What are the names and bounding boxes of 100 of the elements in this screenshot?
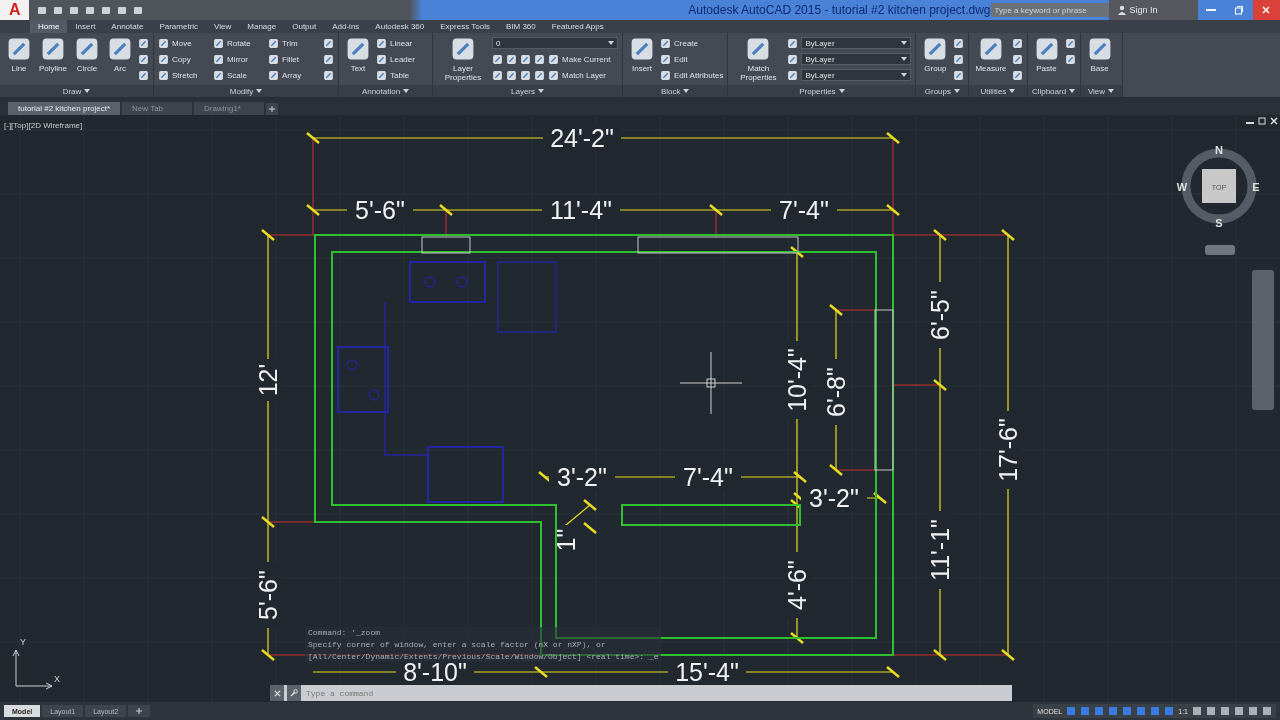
panel-title[interactable]: Groups [916, 85, 969, 97]
status-icon[interactable] [1094, 706, 1105, 716]
dropdown-field[interactable]: ByLayer [801, 37, 912, 49]
panel-title[interactable]: Block [623, 85, 728, 97]
restore-icon[interactable] [1258, 117, 1266, 125]
ribbon-tab[interactable]: Output [284, 20, 325, 33]
document-tab[interactable]: tutorial #2 kitchen project* [8, 102, 121, 115]
compass-east[interactable]: E [1252, 181, 1260, 193]
dropdown-field[interactable]: ByLayer [801, 53, 912, 65]
tool-button[interactable]: Line [4, 36, 34, 85]
ribbon-tab[interactable]: Express Tools [432, 20, 498, 33]
toolbar-icon[interactable] [53, 5, 64, 15]
tool-button[interactable] [953, 69, 965, 81]
command-input[interactable]: Type a command [304, 687, 1012, 699]
tool-button[interactable] [492, 69, 503, 81]
panel-title[interactable]: Draw [0, 85, 153, 97]
tool-button[interactable]: Make Current [548, 53, 611, 65]
tool-button[interactable]: Measure [973, 36, 1009, 85]
tool-button[interactable]: Scale [213, 69, 265, 81]
compass-north[interactable]: N [1215, 144, 1223, 156]
status-icon[interactable] [1164, 706, 1175, 716]
search-field[interactable]: Type a keyword or phrase [990, 3, 1109, 17]
tool-button[interactable] [323, 53, 334, 65]
ribbon-tab[interactable]: View [206, 20, 240, 33]
tool-button[interactable] [323, 69, 334, 81]
tool-button[interactable] [1064, 53, 1076, 65]
tool-button[interactable] [787, 53, 799, 65]
tool-button[interactable]: Table [376, 69, 428, 81]
tool-button[interactable] [534, 53, 545, 65]
tool-button[interactable]: Paste [1031, 36, 1062, 85]
tool-button[interactable] [323, 37, 334, 49]
tool-button[interactable]: Stretch [158, 69, 210, 81]
ribbon-tab[interactable]: BIM 360 [497, 20, 544, 33]
tool-button[interactable]: Match Layer [548, 69, 607, 81]
new-tab-button[interactable] [266, 103, 279, 115]
dropdown-field[interactable]: ByLayer [801, 69, 912, 81]
ribbon-tab[interactable]: Add-ins [324, 20, 368, 33]
tool-button[interactable] [953, 37, 965, 49]
tool-button[interactable] [492, 53, 503, 65]
tool-button[interactable]: Fillet [268, 53, 320, 65]
panel-title[interactable]: Annotation [339, 85, 432, 97]
status-icon[interactable] [1080, 706, 1091, 716]
tool-button[interactable] [787, 37, 799, 49]
panel-title[interactable]: Modify [154, 85, 338, 97]
toolbar-icon[interactable] [117, 5, 128, 15]
command-line-field[interactable]: Type a command [270, 685, 1012, 701]
tool-button[interactable]: Match Properties [732, 36, 785, 85]
panel-title[interactable]: Layers [433, 85, 622, 97]
tool-button[interactable] [1011, 69, 1023, 81]
tool-button[interactable]: Leader [376, 53, 428, 65]
tool-button[interactable]: Text [343, 36, 373, 85]
toolbar-icon[interactable] [133, 5, 144, 15]
ribbon-tab[interactable]: Home [30, 20, 68, 33]
tool-button[interactable]: Base [1084, 36, 1115, 85]
tool-button[interactable]: Create [660, 37, 712, 49]
panel-title[interactable]: View [1080, 85, 1122, 97]
panel-title[interactable]: Properties [728, 85, 916, 97]
tool-button[interactable]: Edit [660, 53, 712, 65]
status-icon[interactable] [1066, 706, 1077, 716]
tool-button[interactable]: Array [268, 69, 320, 81]
tool-button[interactable] [520, 53, 531, 65]
close-button[interactable] [270, 685, 284, 701]
dropdown-field[interactable]: 0 [492, 37, 618, 49]
close-icon[interactable] [1270, 117, 1278, 125]
tool-button[interactable]: Mirror [213, 53, 265, 65]
tool-button[interactable] [1011, 37, 1023, 49]
tool-button[interactable] [138, 37, 149, 49]
tool-button[interactable] [534, 69, 545, 81]
close-button[interactable] [1252, 0, 1280, 20]
viewport-label[interactable]: [-][Top][2D Wireframe] [4, 121, 83, 130]
tool-button[interactable] [787, 69, 799, 81]
tool-button[interactable]: Copy [158, 53, 210, 65]
tool-button[interactable]: Group [920, 36, 951, 85]
tool-button[interactable] [138, 53, 149, 65]
ribbon-tab[interactable]: Annotate [103, 20, 152, 33]
tool-button[interactable]: Layer Properties [437, 36, 489, 85]
add-layout-button[interactable] [128, 705, 151, 717]
app-menu-button[interactable]: A [0, 0, 30, 20]
compass-west[interactable]: W [1176, 181, 1188, 193]
tool-button[interactable]: Insert [627, 36, 657, 85]
tool-button[interactable] [520, 69, 531, 81]
ribbon-tab[interactable]: Featured Apps [543, 20, 612, 33]
tool-button[interactable]: Move [158, 37, 210, 49]
status-icon[interactable] [1136, 706, 1147, 716]
tool-button[interactable]: Arc [105, 36, 135, 85]
status-icon[interactable] [1108, 706, 1119, 716]
ribbon-tab[interactable]: Autodesk 360 [367, 20, 433, 33]
sign-in-button[interactable]: Sign In [1108, 0, 1198, 20]
toolbar-icon[interactable] [69, 5, 80, 15]
ribbon-tab[interactable]: Insert [67, 20, 104, 33]
toolbar-icon[interactable] [101, 5, 112, 15]
tool-button[interactable] [1011, 53, 1023, 65]
panel-title[interactable]: Utilities [969, 85, 1027, 97]
wrench-button[interactable] [287, 685, 301, 701]
tool-button[interactable]: Edit Attributes [660, 69, 724, 81]
tool-button[interactable]: Linear [376, 37, 428, 49]
status-icon[interactable] [1150, 706, 1161, 716]
tool-button[interactable] [506, 53, 517, 65]
tool-button[interactable]: Trim [268, 37, 320, 49]
panel-title[interactable]: Clipboard [1027, 85, 1080, 97]
